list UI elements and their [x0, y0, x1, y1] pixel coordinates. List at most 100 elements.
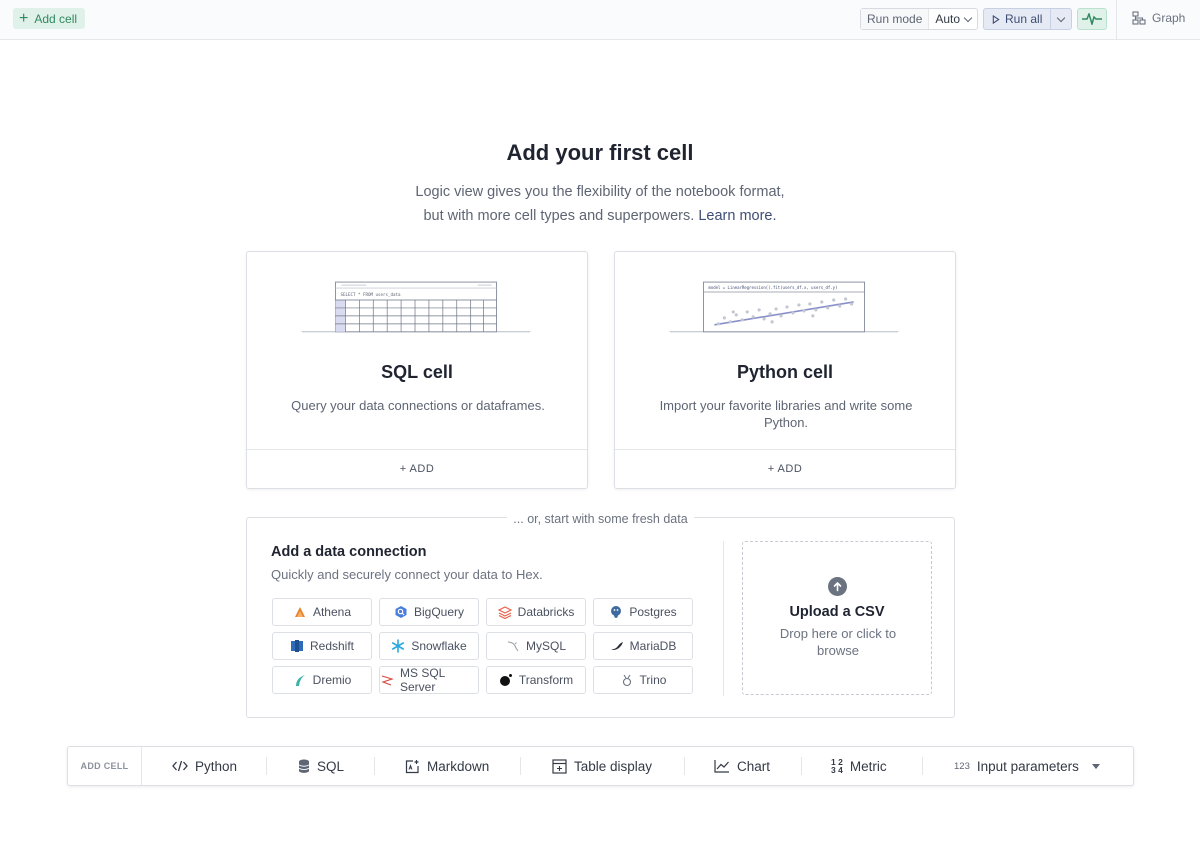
page-title: Add your first cell — [506, 140, 694, 165]
metric-icon: 1 2 3 4 — [831, 758, 843, 775]
toolbar-divider — [1116, 0, 1117, 40]
connection-grid: Athena BigQuery Databricks Postgres Reds… — [272, 598, 703, 694]
connection-label: Postgres — [629, 605, 677, 619]
upload-csv-description: Drop here or click to browse — [779, 626, 897, 658]
add-metric-label: Metric — [849, 758, 887, 774]
run-mode-value-text: Auto — [935, 12, 961, 26]
connection-dremio[interactable]: Dremio — [272, 666, 372, 694]
add-chart-cell-button[interactable]: Chart — [714, 747, 770, 785]
add-bar-separator — [684, 757, 685, 775]
postgres-icon — [609, 605, 623, 619]
python-cell-description: Import your favorite libraries and write… — [659, 398, 913, 430]
data-connection-title: Add a data connection — [271, 544, 427, 560]
chevron-down-icon — [963, 13, 973, 22]
connection-label: Athena — [312, 605, 352, 619]
graph-button[interactable]: Graph — [1132, 11, 1185, 25]
trino-icon — [620, 673, 634, 687]
add-input-parameters-dropdown[interactable]: 123 Input parameters — [954, 747, 1100, 785]
fresh-data-legend: ... or, start with some fresh data — [247, 510, 954, 528]
run-all-dropdown[interactable] — [1051, 9, 1071, 29]
fresh-data-legend-text: ... or, start with some fresh data — [507, 512, 694, 526]
play-icon — [992, 14, 1000, 24]
add-table-display-label: Table display — [574, 758, 653, 774]
fresh-data-divider — [723, 541, 724, 696]
status-pulse-button[interactable] — [1077, 8, 1107, 30]
mssql-icon — [380, 673, 394, 687]
connection-label: MS SQL Server — [400, 666, 445, 694]
add-metric-cell-button[interactable]: 1 2 3 4 Metric — [831, 747, 887, 785]
databricks-icon — [497, 605, 512, 619]
sql-cell-card[interactable]: SELECT * FROM users_data SQL cell Query … — [246, 251, 588, 489]
sql-cell-add-button[interactable]: + ADD — [247, 449, 587, 488]
fresh-data-panel: ... or, start with some fresh data Add a… — [246, 512, 955, 718]
add-markdown-label: Markdown — [427, 758, 490, 774]
add-markdown-cell-button[interactable]: Markdown — [405, 747, 489, 785]
add-bar-separator — [520, 757, 521, 775]
python-cell-card[interactable]: model = LinearRegression().fit(users_df.… — [614, 251, 956, 489]
python-cell-title: Python cell — [736, 362, 834, 382]
connection-athena[interactable]: Athena — [272, 598, 372, 626]
connection-postgres[interactable]: Postgres — [593, 598, 693, 626]
add-cell-button[interactable]: + Add cell — [13, 8, 86, 29]
plus-icon: + — [19, 9, 29, 27]
add-cell-bar-label: ADD CELL — [68, 747, 142, 785]
connection-label: Redshift — [309, 639, 355, 653]
connection-databricks[interactable]: Databricks — [486, 598, 586, 626]
add-python-label: Python — [195, 758, 238, 774]
connection-trino[interactable]: Trino — [593, 666, 693, 694]
input-parameters-icon: 123 — [954, 760, 970, 772]
add-bar-separator — [266, 757, 267, 775]
caret-down-icon — [1091, 763, 1100, 769]
connection-redshift[interactable]: Redshift — [272, 632, 372, 660]
run-all-button[interactable]: Run all — [984, 9, 1052, 29]
bigquery-icon — [394, 605, 408, 619]
connection-bigquery[interactable]: BigQuery — [379, 598, 479, 626]
graph-label: Graph — [1152, 11, 1186, 25]
connection-transform[interactable]: Transform — [486, 666, 586, 694]
connection-mssql[interactable]: MS SQL Server — [379, 666, 479, 694]
dremio-icon — [293, 673, 307, 687]
connection-snowflake[interactable]: Snowflake — [379, 632, 479, 660]
markdown-icon — [405, 759, 419, 773]
connection-mariadb[interactable]: MariaDB — [593, 632, 693, 660]
python-cell-add-button[interactable]: + ADD — [615, 449, 955, 488]
add-chart-label: Chart — [737, 758, 771, 774]
run-all-label: Run all — [1005, 12, 1043, 26]
subtitle-line-2: but with more cell types and superpowers… — [0, 204, 1200, 228]
learn-more-link[interactable]: Learn more. — [698, 208, 776, 224]
subtitle-line-1: Logic view gives you the flexibility of … — [415, 184, 785, 200]
subtitle-line-2-text: but with more cell types and superpowers… — [423, 208, 695, 224]
upload-arrow-icon — [828, 577, 847, 596]
data-connection-subtitle: Quickly and securely connect your data t… — [271, 567, 543, 582]
chart-icon — [714, 760, 729, 773]
python-illustration: model = LinearRegression().fit(users_df.… — [669, 281, 899, 333]
sql-cell-title: SQL cell — [381, 362, 453, 382]
add-input-parameters-label: Input parameters — [976, 758, 1079, 774]
table-display-icon — [552, 758, 567, 774]
mysql-icon — [506, 639, 520, 653]
run-mode-label: Run mode — [861, 9, 930, 29]
run-all-group: Run all — [983, 8, 1073, 30]
database-icon — [298, 759, 310, 773]
connection-mysql[interactable]: MySQL — [486, 632, 586, 660]
add-table-display-cell-button[interactable]: Table display — [552, 747, 652, 785]
connection-label: MariaDB — [629, 639, 677, 653]
add-sql-cell-button[interactable]: SQL — [298, 747, 344, 785]
sql-cell-description: Query your data connections or dataframe… — [291, 398, 545, 413]
connection-label: Databricks — [517, 605, 575, 619]
connection-label: Transform — [518, 673, 574, 687]
python-illustration-code: model = LinearRegression().fit(users_df.… — [708, 285, 837, 290]
upload-csv-dropzone[interactable]: Upload a CSV Drop here or click to brows… — [742, 541, 932, 695]
add-python-cell-button[interactable]: Python — [172, 747, 237, 785]
connection-label: Dremio — [312, 673, 352, 687]
add-cell-label: Add cell — [34, 11, 78, 26]
page-subtitle: Logic view gives you the flexibility of … — [0, 180, 1200, 228]
pulse-icon — [1082, 13, 1102, 25]
athena-icon — [293, 605, 307, 619]
sql-illustration-query: SELECT * FROM users_data — [340, 292, 401, 297]
run-mode-value[interactable]: Auto — [929, 9, 977, 29]
run-mode-select[interactable]: Run mode Auto — [860, 8, 979, 30]
connection-label: BigQuery — [413, 605, 465, 619]
upload-csv-title: Upload a CSV — [789, 604, 885, 620]
code-icon — [172, 760, 188, 772]
